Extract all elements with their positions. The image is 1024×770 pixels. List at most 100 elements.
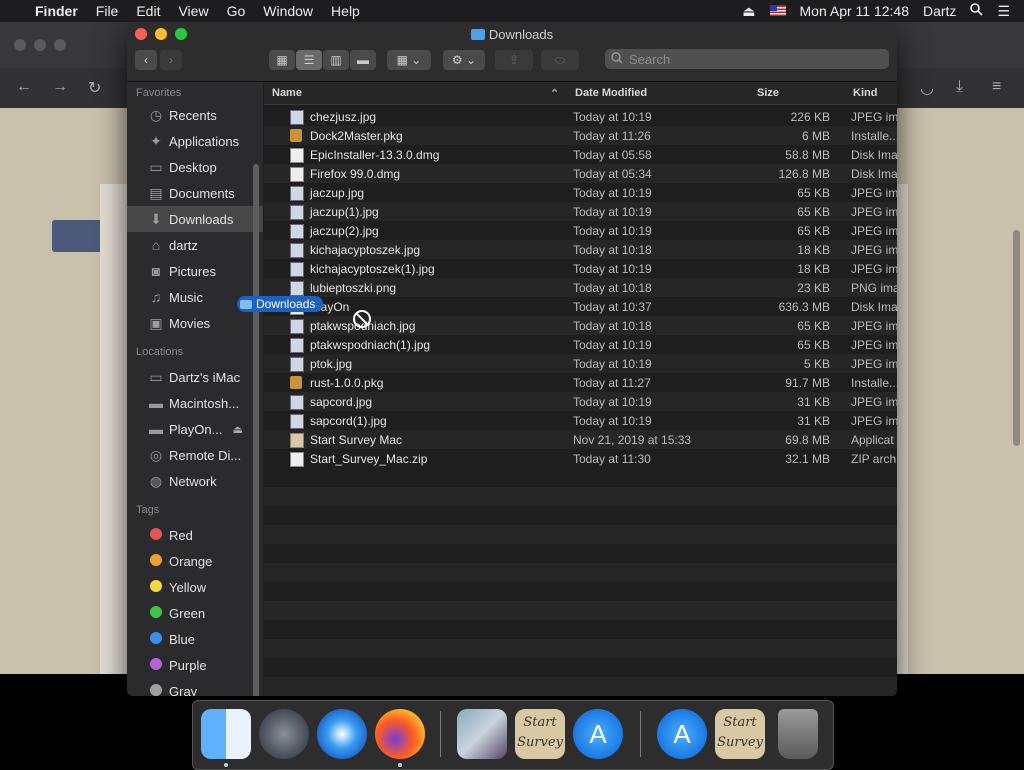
trash-icon[interactable] (778, 709, 818, 759)
menu-window[interactable]: Window (254, 3, 322, 19)
folder-icon (470, 29, 485, 40)
pocket-icon[interactable]: ◡ (920, 78, 934, 98)
gallery-icon: ▬ (357, 53, 369, 67)
tags-button[interactable]: ⬭ (541, 50, 579, 70)
firefox-dock-icon[interactable] (375, 709, 425, 759)
column-kind[interactable]: Kind (853, 87, 877, 99)
finder-dock-icon[interactable] (201, 709, 251, 759)
file-row[interactable]: chezjusz.jpg Today at 10:19 226 KB JPEG im (264, 107, 897, 126)
finder-window: Downloads ‹ › ▦ ☰ ▥ ▬ ▦ ⌄ ⚙ ⌄ ⇪ ⬭ Search… (127, 23, 897, 696)
network-icon: ◍ (149, 472, 163, 489)
menu-view[interactable]: View (169, 3, 217, 19)
gallery-view-button[interactable]: ▬ (350, 50, 376, 70)
sidebar-tag-purple[interactable]: Purple (127, 652, 263, 678)
safari-dock-icon[interactable] (317, 709, 367, 759)
sidebar-item-movies[interactable]: ▣ Movies (127, 310, 263, 336)
file-row[interactable]: Start_Survey_Mac.zip Today at 11:30 32.1 M… (264, 449, 897, 468)
file-name: jaczup(2).jpg (310, 224, 379, 238)
app-store-download-dock-icon[interactable]: A (657, 709, 707, 759)
browser-forward-icon[interactable]: → (52, 78, 68, 96)
browser-zoom-button[interactable] (54, 39, 66, 51)
menu-go[interactable]: Go (218, 3, 255, 19)
file-row[interactable]: kichajacyptoszek(1).jpg Today at 10:19 18 … (264, 259, 897, 278)
file-row[interactable]: ptok.jpg Today at 10:19 5 KB JPEG im (264, 354, 897, 373)
file-name: Dock2Master.pkg (310, 129, 403, 143)
eject-icon[interactable]: ⏏ (735, 3, 762, 20)
app-store-dock-icon[interactable]: A (573, 709, 623, 759)
file-date: Today at 10:19 (573, 338, 652, 352)
sidebar-item-dartz[interactable]: ⌂ dartz (127, 232, 263, 258)
column-size[interactable]: Size (757, 87, 779, 99)
icon-view-button[interactable]: ▦ (269, 50, 295, 70)
browser-download-icon[interactable]: ⤓ (956, 78, 963, 96)
start-survey-download-dock-icon[interactable]: Start Survey (715, 709, 765, 759)
file-row[interactable]: Start Survey Mac Nov 21, 2019 at 15:33 69.… (264, 430, 897, 449)
column-name[interactable]: Name (272, 87, 302, 99)
column-view-button[interactable]: ▥ (323, 50, 349, 70)
forward-button[interactable]: › (160, 50, 182, 70)
file-row[interactable]: jaczup(2).jpg Today at 10:19 65 KB JPEG im (264, 221, 897, 240)
sidebar-item-pictures[interactable]: ◙ Pictures (127, 258, 263, 284)
column-date[interactable]: Date Modified (575, 87, 647, 99)
file-kind: JPEG im (851, 357, 897, 371)
file-row[interactable]: EpicInstaller-13.3.0.dmg Today at 05:58 58… (264, 145, 897, 164)
spotlight-search-icon[interactable] (963, 3, 990, 19)
sidebar-tag-gray[interactable]: Gray (127, 678, 263, 696)
clock-text[interactable]: Mon Apr 11 12:48 (793, 3, 916, 19)
sidebar-scrollbar[interactable] (253, 164, 259, 696)
action-button[interactable]: ⚙ ⌄ (443, 50, 485, 70)
file-row[interactable]: sapcord.jpg Today at 10:19 31 KB JPEG im (264, 392, 897, 411)
control-center-icon[interactable]: ☰ (990, 3, 1024, 20)
sidebar-tag-orange[interactable]: Orange (127, 548, 263, 574)
sidebar-item-network[interactable]: ◍ Network (127, 468, 263, 494)
user-name[interactable]: Dartz (916, 3, 963, 19)
sidebar-tag-blue[interactable]: Blue (127, 626, 263, 652)
file-row[interactable]: rust-1.0.0.pkg Today at 11:27 91.7 MB Insta… (264, 373, 897, 392)
browser-reload-icon[interactable]: ↻ (88, 78, 101, 98)
menu-app-name[interactable]: Finder (26, 3, 87, 19)
file-row[interactable]: sapcord(1).jpg Today at 10:19 31 KB JPEG im (264, 411, 897, 430)
browser-menu-icon[interactable]: ≡ (992, 78, 1001, 96)
sidebar-item-applications[interactable]: ✦ Applications (127, 128, 263, 154)
sidebar-item-desktop[interactable]: ▭ Desktop (127, 154, 263, 180)
file-row[interactable]: jaczup(1).jpg Today at 10:19 65 KB JPEG im (264, 202, 897, 221)
menu-edit[interactable]: Edit (127, 3, 169, 19)
menu-help[interactable]: Help (322, 3, 369, 19)
file-row[interactable]: jaczup.jpg Today at 10:19 65 KB JPEG im (264, 183, 897, 202)
menu-file[interactable]: File (87, 3, 128, 19)
start-survey-dock-icon[interactable]: Start Survey (515, 709, 565, 759)
sidebar-item-playon[interactable]: ▬ PlayOn... ⏏ (127, 416, 263, 442)
sidebar-tag-yellow[interactable]: Yellow (127, 574, 263, 600)
file-kind: JPEG im (851, 205, 897, 219)
file-row[interactable]: Dock2Master.pkg Today at 11:26 6 MB Install… (264, 126, 897, 145)
file-date: Today at 10:19 (573, 262, 652, 276)
sidebar-item-downloads[interactable]: ⬇ Downloads (127, 206, 263, 232)
file-size: 31 KB (797, 395, 830, 409)
flag-icon[interactable] (763, 3, 793, 19)
sidebar-item-recents[interactable]: ◷ Recents (127, 102, 263, 128)
search-field[interactable]: Search (605, 49, 889, 69)
sidebar-item-remote-disc[interactable]: ◎ Remote Di... (127, 442, 263, 468)
sort-chevron-icon[interactable]: ⌃ (550, 87, 559, 100)
file-list: Name ⌃ Date Modified Size Kind chezjusz.… (264, 82, 897, 696)
file-row[interactable]: Firefox 99.0.dmg Today at 05:34 126.8 MB Di… (264, 164, 897, 183)
sidebar-item-documents[interactable]: ▤ Documents (127, 180, 263, 206)
browser-back-icon[interactable]: ← (16, 78, 32, 96)
file-row[interactable]: lubieptoszki.png Today at 10:18 23 KB PNG i… (264, 278, 897, 297)
sidebar-tag-red[interactable]: Red (127, 522, 263, 548)
file-row[interactable]: ptakwspodniach(1).jpg Today at 10:19 65 KB… (264, 335, 897, 354)
browser-scrollbar[interactable] (1013, 230, 1020, 446)
group-by-button[interactable]: ▦ ⌄ (387, 50, 431, 70)
sidebar-tag-green[interactable]: Green (127, 600, 263, 626)
back-button[interactable]: ‹ (135, 50, 157, 70)
list-view-button[interactable]: ☰ (296, 50, 322, 70)
sidebar-item-imac[interactable]: ▭ Dartz's iMac (127, 364, 263, 390)
browser-minimize-button[interactable] (34, 39, 46, 51)
share-button[interactable]: ⇪ (495, 50, 533, 70)
sidebar-item-macintosh-hd[interactable]: ▬ Macintosh... (127, 390, 263, 416)
file-row[interactable]: kichajacyptoszek.jpg Today at 10:18 18 KB J… (264, 240, 897, 259)
browser-close-button[interactable] (14, 39, 26, 51)
eject-icon[interactable]: ⏏ (232, 423, 242, 436)
preview-dock-icon[interactable] (457, 709, 507, 759)
launchpad-dock-icon[interactable] (259, 709, 309, 759)
